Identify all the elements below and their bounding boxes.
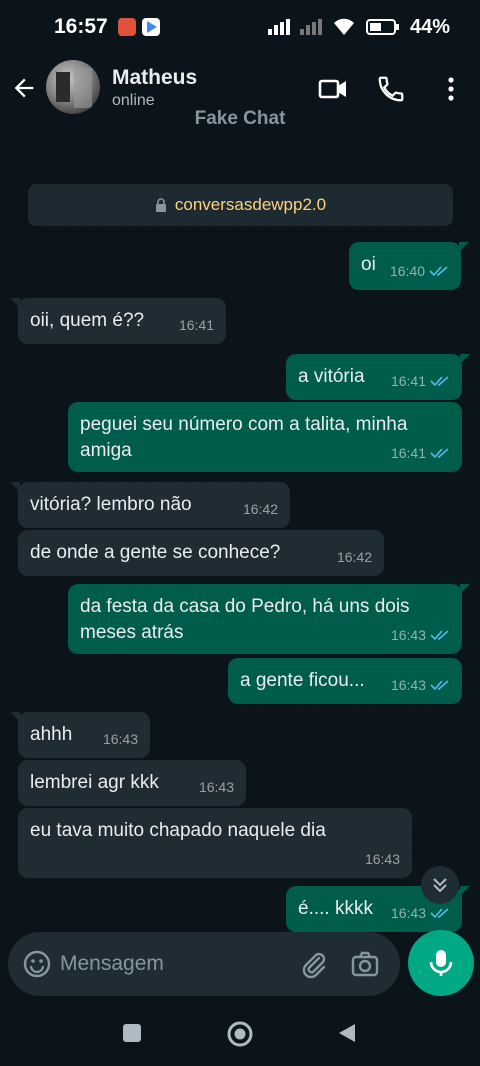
message-time: 16:40: [389, 263, 425, 279]
message-time: 16:41: [178, 317, 214, 333]
message-text: da festa da casa do Pedro, há uns dois m…: [80, 596, 410, 643]
encryption-text: conversasdewpp2.0: [174, 195, 327, 214]
read-ticks-icon: [430, 680, 449, 691]
system-nav-bar: [0, 1002, 480, 1066]
message-text: lembrei agr kkk: [30, 772, 159, 793]
message-incoming[interactable]: vitória? lembro não 16:42: [10, 482, 290, 528]
scroll-to-bottom-button[interactable]: [421, 866, 459, 904]
message-text: oi: [361, 254, 376, 275]
message-text: peguei seu número com a talita, minha am…: [80, 414, 408, 461]
chat-area[interactable]: conversasdewpp2.0 oi 16:40 oii, quem é??…: [0, 138, 480, 932]
status-time: 16:57: [54, 15, 108, 38]
avatar[interactable]: [46, 60, 100, 114]
message-outgoing[interactable]: a vitória 16:41: [286, 354, 470, 400]
back-nav-icon[interactable]: [336, 1022, 358, 1044]
recorder-app-icon: [117, 18, 136, 36]
message-time: 16:43: [390, 677, 426, 693]
status-bar: 16:57 44%: [0, 0, 480, 54]
message-input-bar[interactable]: Mensagem: [8, 932, 400, 996]
message-time: 16:41: [390, 445, 426, 461]
message-outgoing[interactable]: a gente ficou... 16:43: [228, 658, 462, 704]
chevron-double-down-icon: [433, 878, 447, 893]
back-arrow-icon[interactable]: [10, 74, 38, 102]
message-time: 16:42: [336, 549, 372, 565]
message-outgoing[interactable]: peguei seu número com a talita, minha am…: [68, 402, 462, 472]
home-icon[interactable]: [226, 1020, 254, 1048]
battery-percent: 44%: [409, 15, 450, 38]
contact-name[interactable]: Matheus: [112, 66, 197, 90]
message-time: 16:41: [390, 373, 426, 389]
message-outgoing[interactable]: da festa da casa do Pedro, há uns dois m…: [68, 584, 470, 654]
message-input[interactable]: Mensagem: [60, 952, 164, 976]
read-ticks-icon: [430, 448, 449, 459]
emoji-icon[interactable]: [22, 949, 52, 979]
message-incoming[interactable]: lembrei agr kkk 16:43: [18, 760, 246, 806]
message-text: é.... kkkk: [298, 898, 373, 919]
wifi-icon: [333, 18, 354, 35]
fake-chat-watermark: Fake Chat: [194, 108, 286, 129]
message-outgoing[interactable]: oi 16:40: [349, 242, 469, 290]
message-text: ahhh: [30, 724, 73, 745]
mic-icon: [429, 950, 453, 976]
read-ticks-icon: [430, 630, 449, 641]
message-incoming[interactable]: ahhh 16:43: [10, 712, 150, 758]
recent-apps-icon[interactable]: [121, 1022, 143, 1044]
message-incoming[interactable]: oii, quem é?? 16:41: [10, 298, 226, 344]
message-time: 16:43: [390, 905, 426, 921]
video-call-icon[interactable]: [318, 74, 348, 104]
message-time: 16:42: [242, 501, 278, 517]
message-text: de onde a gente se conhece?: [30, 542, 281, 563]
lock-icon: [155, 198, 166, 212]
chat-header: Matheus online Fake Chat: [0, 54, 480, 138]
signal-icon: [267, 19, 290, 35]
mic-button[interactable]: [408, 930, 474, 996]
battery-icon: [365, 19, 399, 35]
message-time: 16:43: [198, 779, 234, 795]
message-incoming[interactable]: de onde a gente se conhece? 16:42: [18, 530, 384, 576]
message-text: eu tava muito chapado naquele dia: [30, 820, 326, 841]
message-time: 16:43: [390, 627, 426, 643]
signal-2-icon: [299, 19, 322, 35]
read-ticks-icon: [430, 908, 449, 919]
attach-icon[interactable]: [298, 948, 330, 980]
message-text: a gente ficou...: [240, 670, 365, 691]
play-store-icon: [141, 18, 160, 36]
read-ticks-icon: [430, 376, 449, 387]
message-text: oii, quem é??: [30, 310, 145, 331]
message-incoming[interactable]: eu tava muito chapado naquele dia 16:43: [18, 808, 412, 878]
phone-icon[interactable]: [376, 74, 406, 104]
encryption-notice[interactable]: conversasdewpp2.0: [28, 184, 453, 226]
message-time: 16:43: [102, 731, 138, 747]
read-ticks-icon: [429, 266, 448, 277]
more-vert-icon[interactable]: [436, 74, 466, 104]
message-time: 16:43: [364, 851, 400, 867]
camera-icon[interactable]: [350, 949, 380, 979]
message-text: vitória? lembro não: [30, 494, 192, 515]
message-text: a vitória: [298, 366, 365, 387]
